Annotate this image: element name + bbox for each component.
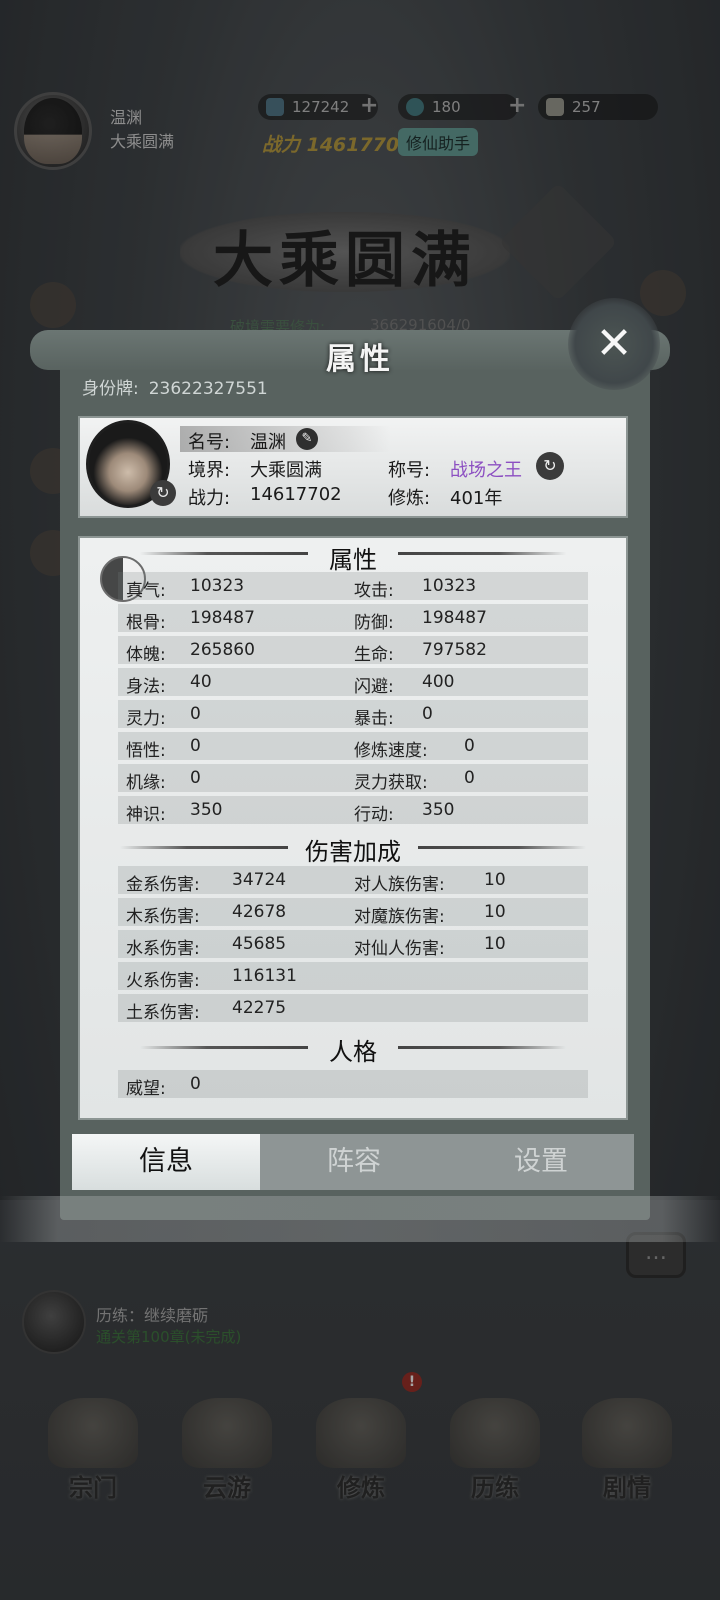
damage-row: 土系伤害: 42275 <box>118 994 588 1023</box>
damage-row: 金系伤害: 34724 对人族伤害: 10 <box>118 866 588 895</box>
identity-value: 23622327551 <box>148 379 268 399</box>
stat-label: 根骨: <box>126 613 166 633</box>
stat-value: 10323 <box>190 576 245 596</box>
stat-label: 行动: <box>354 805 394 825</box>
cultivation-value: 401年 <box>450 488 503 509</box>
stat-label: 木系伤害: <box>126 907 200 927</box>
stat-value: 116131 <box>232 966 297 986</box>
stat-value: 0 <box>190 736 201 756</box>
realm-value: 大乘圆满 <box>250 460 322 481</box>
tab-info[interactable]: 信息 <box>72 1134 260 1190</box>
attribute-row: 根骨: 198487 防御: 198487 <box>118 604 588 633</box>
stat-label: 防御: <box>354 613 394 633</box>
section-divider <box>398 1046 566 1049</box>
stat-value: 198487 <box>190 608 255 628</box>
attributes-section-title: 属性 <box>329 546 377 574</box>
stat-value: 10323 <box>422 576 477 596</box>
dialog-scroll-bottom <box>0 1196 720 1242</box>
stat-value: 42275 <box>232 998 287 1018</box>
stat-value: 10 <box>484 934 506 954</box>
power-value: 14617702 <box>250 484 342 505</box>
section-divider <box>398 552 566 555</box>
section-divider <box>418 846 586 849</box>
attribute-row: 悟性: 0 修炼速度: 0 <box>118 732 588 761</box>
damage-section-title: 伤害加成 <box>305 838 401 866</box>
stat-value: 10 <box>484 902 506 922</box>
stat-label: 水系伤害: <box>126 939 200 959</box>
identity-row: 身份牌: 23622327551 <box>82 374 268 399</box>
stat-value: 0 <box>422 704 433 724</box>
name-value: 温渊 <box>250 432 286 453</box>
stat-value: 40 <box>190 672 212 692</box>
stat-value: 797582 <box>422 640 487 660</box>
stat-label: 悟性: <box>126 741 166 761</box>
power-label: 战力: <box>188 488 231 509</box>
close-icon: ✕ <box>595 318 633 369</box>
cultivation-label: 修炼: <box>388 488 431 509</box>
personality-row: 威望: 0 <box>118 1070 588 1099</box>
identity-label: 身份牌: <box>82 379 139 399</box>
stat-label: 体魄: <box>126 645 166 665</box>
stat-value: 265860 <box>190 640 255 660</box>
stat-label: 生命: <box>354 645 394 665</box>
stat-label: 真气: <box>126 581 166 601</box>
stat-label: 对魔族伤害: <box>354 907 445 927</box>
stat-value: 0 <box>190 704 201 724</box>
close-button[interactable]: ✕ <box>568 298 660 390</box>
damage-row: 火系伤害: 116131 <box>118 962 588 991</box>
stat-label: 灵力: <box>126 709 166 729</box>
attribute-row: 灵力: 0 暴击: 0 <box>118 700 588 729</box>
stat-label: 土系伤害: <box>126 1003 200 1023</box>
edit-name-icon[interactable]: ✎ <box>296 428 318 450</box>
attribute-row: 真气: 10323 攻击: 10323 <box>118 572 588 601</box>
title-value: 战场之王 <box>450 460 522 481</box>
tab-formation[interactable]: 阵容 <box>260 1134 448 1190</box>
stat-label: 对仙人伤害: <box>354 939 445 959</box>
stat-label: 身法: <box>126 677 166 697</box>
stat-value: 42678 <box>232 902 287 922</box>
stat-label: 暴击: <box>354 709 394 729</box>
damage-row: 木系伤害: 42678 对魔族伤害: 10 <box>118 898 588 927</box>
damage-row: 水系伤害: 45685 对仙人伤害: 10 <box>118 930 588 959</box>
attribute-row: 机缘: 0 灵力获取: 0 <box>118 764 588 793</box>
attribute-row: 身法: 40 闪避: 400 <box>118 668 588 697</box>
stat-label: 威望: <box>126 1079 166 1099</box>
realm-label: 境界: <box>188 460 231 481</box>
stat-value: 0 <box>190 1074 201 1094</box>
stat-value: 350 <box>422 800 455 820</box>
stat-label: 闪避: <box>354 677 394 697</box>
stat-value: 34724 <box>232 870 287 890</box>
tab-settings[interactable]: 设置 <box>448 1134 634 1190</box>
stat-value: 400 <box>422 672 455 692</box>
stat-value: 0 <box>190 768 201 788</box>
stat-value: 350 <box>190 800 223 820</box>
stat-value: 45685 <box>232 934 287 954</box>
attribute-row: 神识: 350 行动: 350 <box>118 796 588 825</box>
change-title-icon[interactable]: ↻ <box>536 452 564 480</box>
stat-label: 修炼速度: <box>354 741 428 761</box>
stat-label: 金系伤害: <box>126 875 200 895</box>
stat-label: 对人族伤害: <box>354 875 445 895</box>
stat-value: 0 <box>464 736 475 756</box>
stat-label: 火系伤害: <box>126 971 200 991</box>
stat-label: 攻击: <box>354 581 394 601</box>
title-label: 称号: <box>388 460 431 481</box>
stat-label: 神识: <box>126 805 166 825</box>
name-label: 名号: <box>188 432 231 453</box>
stat-label: 机缘: <box>126 773 166 793</box>
stat-label: 灵力获取: <box>354 773 428 793</box>
stat-value: 0 <box>464 768 475 788</box>
stat-value: 10 <box>484 870 506 890</box>
stat-value: 198487 <box>422 608 487 628</box>
attribute-row: 体魄: 265860 生命: 797582 <box>118 636 588 665</box>
change-portrait-icon[interactable]: ↻ <box>150 480 176 506</box>
personality-section-title: 人格 <box>329 1038 377 1066</box>
